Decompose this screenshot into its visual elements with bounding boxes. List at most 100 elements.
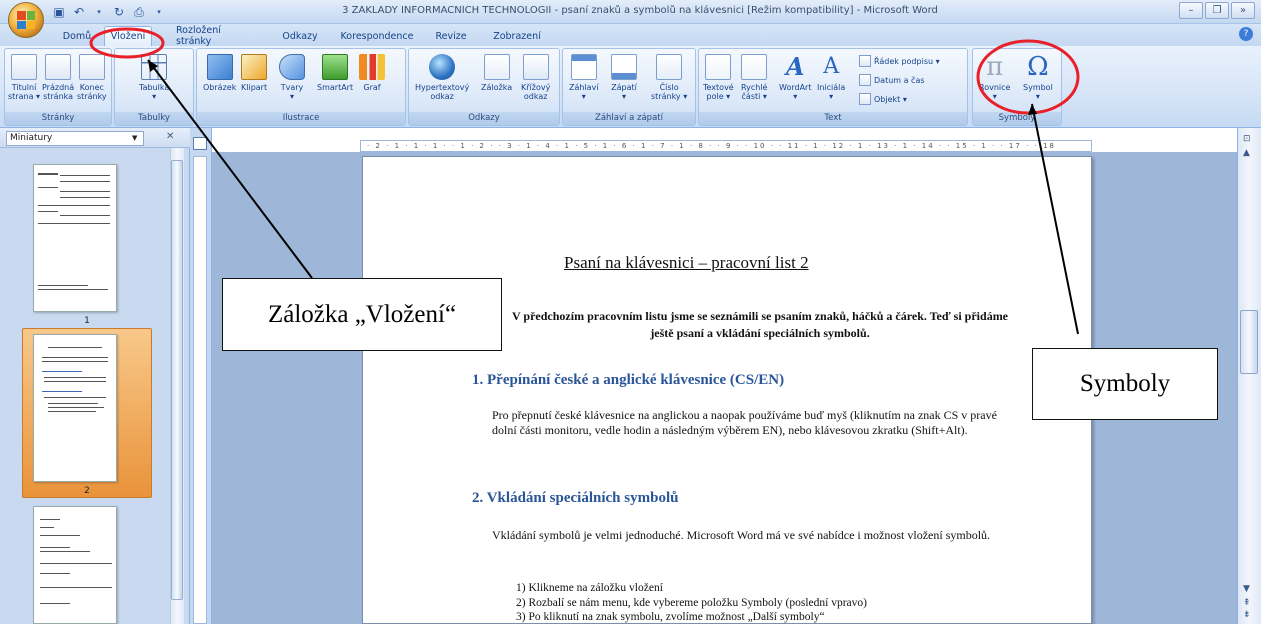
tab-zobrazeni[interactable]: Zobrazení: [484, 26, 550, 46]
wordart-button[interactable]: A WordArt ▾: [779, 54, 811, 102]
tab-revize[interactable]: Revize: [428, 26, 474, 46]
symbol-label-2: ▾: [1035, 92, 1040, 101]
object-button[interactable]: Objekt ▾: [859, 93, 907, 105]
text-box-button[interactable]: Textové pole ▾: [703, 54, 734, 101]
text-box-icon: [705, 54, 732, 80]
undo-dropdown-icon[interactable]: ▾: [92, 5, 106, 19]
cross-reference-button[interactable]: Křížový odkaz: [521, 54, 550, 101]
document-intro: V předchozím pracovním listu jsme se sez…: [511, 309, 1009, 340]
scroll-down-icon[interactable]: ▼: [1243, 584, 1250, 594]
bookmark-label: Záložka: [481, 83, 513, 92]
help-icon[interactable]: ?: [1239, 27, 1253, 41]
date-time-button[interactable]: Datum a čas: [859, 74, 925, 86]
shapes-button[interactable]: Tvary ▾: [279, 54, 305, 101]
footer-button[interactable]: Zápatí ▾: [611, 54, 637, 101]
header-button[interactable]: Záhlaví ▾: [569, 54, 599, 101]
list-item: 3) Po kliknutí na znak symbolu, zvolíme …: [516, 611, 825, 623]
group-tabulky: Tabulka ▾ Tabulky: [114, 48, 194, 126]
smartart-icon: [322, 54, 349, 80]
next-page-icon[interactable]: ⇟: [1243, 610, 1251, 620]
office-logo-icon: [17, 11, 35, 29]
blank-page-button[interactable]: Prázdná stránka: [42, 54, 74, 101]
equation-button[interactable]: π Rovnice ▾: [979, 54, 1010, 101]
signature-line-button[interactable]: Řádek podpisu ▾: [859, 55, 940, 67]
office-button[interactable]: [8, 2, 44, 38]
table-icon: [141, 54, 168, 80]
page-number-label: Číslo: [659, 83, 679, 92]
ruler-toggle-button[interactable]: [193, 137, 207, 150]
blank-page-icon: [45, 54, 72, 80]
thumbnail-scrollbar-thumb[interactable]: [171, 160, 183, 600]
hyperlink-label: Hypertextový: [415, 83, 470, 92]
tab-vlozeni[interactable]: Vložení: [104, 26, 152, 46]
group-symboly: π Rovnice ▾ Ω Symbol ▾ Symboly: [972, 48, 1062, 126]
tab-rozlozeni-stranky[interactable]: Rozložení stránky: [170, 25, 262, 47]
equation-icon: π: [986, 52, 1004, 82]
table-button[interactable]: Tabulka ▾: [139, 54, 169, 101]
minimize-button[interactable]: –: [1179, 2, 1203, 19]
tab-korespondence[interactable]: Korespondence: [334, 26, 420, 46]
restore-button[interactable]: ❐: [1205, 2, 1229, 19]
page-thumbnail-2[interactable]: [33, 334, 117, 482]
group-zahlavi-zapati: Záhlaví ▾ Zápatí ▾ Číslo stránky ▾ Záhlaví …: [562, 48, 696, 126]
picture-icon: [206, 54, 233, 80]
hyperlink-button[interactable]: Hypertextový odkaz: [415, 54, 469, 101]
vertical-scrollbar-thumb[interactable]: [1240, 310, 1258, 374]
undo-icon[interactable]: ↶: [72, 5, 86, 19]
group-label-tabulky: Tabulky: [115, 112, 193, 125]
text-box-label: Textové: [703, 83, 734, 92]
customize-qat-icon[interactable]: ▾: [152, 5, 166, 19]
signature-line-icon: [859, 55, 871, 67]
vertical-ruler: [193, 156, 207, 624]
shapes-label-2: ▾: [289, 92, 294, 101]
symbol-label: Symbol: [1023, 83, 1053, 92]
page-break-button[interactable]: Konec stránky: [77, 54, 107, 101]
page-break-label: Konec: [79, 83, 104, 92]
clipart-button[interactable]: Klipart: [241, 54, 267, 92]
redo-icon[interactable]: ↻: [112, 5, 126, 19]
close-pane-icon[interactable]: ✕: [166, 131, 174, 142]
chart-button[interactable]: Graf: [359, 54, 385, 92]
tab-domu[interactable]: Domů: [52, 26, 102, 46]
quick-parts-icon: [741, 54, 768, 80]
picture-label: Obrázek: [203, 83, 237, 92]
group-label-odkazy: Odkazy: [409, 112, 559, 125]
drop-cap-button[interactable]: A Iniciála ▾: [817, 54, 845, 101]
page-number-icon: [656, 54, 683, 80]
footer-label: Zápatí: [611, 83, 637, 92]
picture-button[interactable]: Obrázek: [203, 54, 236, 92]
quick-parts-button[interactable]: Rychlé části ▾: [741, 54, 767, 101]
bookmark-button[interactable]: Záložka: [481, 54, 512, 92]
page-thumbnail-1[interactable]: [33, 164, 117, 312]
group-label-symboly: Symboly: [973, 112, 1061, 125]
page-number-button[interactable]: Číslo stránky ▾: [651, 54, 687, 101]
page-thumbnail-number: 1: [84, 316, 90, 326]
quick-parts-label-2: části ▾: [741, 92, 767, 101]
page-thumbnail-3[interactable]: [33, 506, 117, 624]
horizontal-ruler: · 2 · 1 · 1 · 1 · · 1 · 2 · · 3 · 1 · 4 …: [360, 140, 1092, 152]
symbol-button[interactable]: Ω Symbol ▾: [1023, 54, 1053, 101]
object-icon: [859, 93, 871, 105]
date-time-icon: [859, 74, 871, 86]
footer-label-2: ▾: [621, 92, 626, 101]
cover-page-icon: [11, 54, 38, 80]
smartart-label: SmartArt: [317, 83, 354, 92]
vertical-scrollbar[interactable]: [1237, 128, 1261, 624]
quick-access-toolbar: ▣ ↶ ▾ ↻ ⎙ ▾: [52, 4, 166, 20]
table-label: Tabulka: [139, 83, 170, 92]
tab-odkazy[interactable]: Odkazy: [276, 26, 324, 46]
save-icon[interactable]: ▣: [52, 5, 66, 19]
print-preview-icon[interactable]: ⎙: [132, 5, 146, 19]
scroll-up-icon[interactable]: ▲: [1243, 148, 1250, 158]
window-controls: – ❐ »: [1179, 2, 1255, 19]
chevron-down-icon[interactable]: ▼: [132, 134, 137, 142]
navigation-view-select[interactable]: Miniatury: [6, 131, 144, 146]
document-page[interactable]: [362, 156, 1092, 624]
smartart-button[interactable]: SmartArt: [317, 54, 353, 92]
previous-page-icon[interactable]: ⇞: [1243, 598, 1251, 608]
clipart-icon: [241, 54, 268, 80]
ruler-view-icon[interactable]: ⊡: [1243, 134, 1251, 144]
cover-page-button[interactable]: Titulní strana ▾: [8, 54, 40, 101]
close-button[interactable]: »: [1231, 2, 1255, 19]
page-break-label-2: stránky: [77, 92, 107, 101]
